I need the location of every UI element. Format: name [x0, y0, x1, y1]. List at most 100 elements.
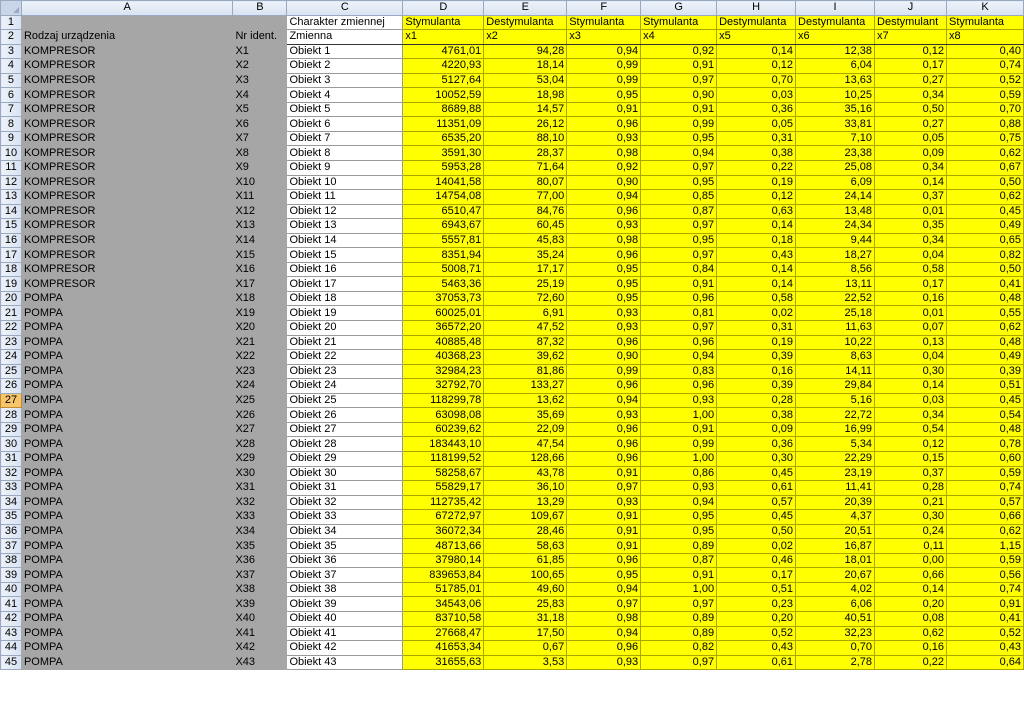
- cell-i17[interactable]: 18,27: [795, 247, 876, 263]
- cell-b27[interactable]: X25: [232, 392, 288, 409]
- row-header-39[interactable]: 39: [0, 567, 22, 583]
- cell-f33[interactable]: 0,97: [566, 480, 642, 496]
- cell-a21[interactable]: POMPA: [20, 305, 234, 322]
- cell-e15[interactable]: 60,45: [483, 218, 568, 234]
- cell-h6[interactable]: 0,03: [716, 87, 797, 103]
- cell-k21[interactable]: 0,55: [945, 305, 1024, 322]
- cell-d40[interactable]: 51785,01: [402, 581, 485, 598]
- cell-f29[interactable]: 0,96: [566, 421, 642, 438]
- cell-b26[interactable]: X24: [232, 378, 288, 394]
- cell-c19[interactable]: Obiekt 17: [286, 276, 404, 292]
- cell-d29[interactable]: 60239,62: [402, 421, 485, 438]
- cell-h24[interactable]: 0,39: [716, 349, 797, 365]
- cell-c7[interactable]: Obiekt 5: [286, 101, 404, 118]
- cell-e34[interactable]: 13,29: [483, 494, 568, 511]
- cell-e42[interactable]: 31,18: [483, 610, 568, 627]
- cell-b44[interactable]: X42: [232, 640, 288, 656]
- cell-d17[interactable]: 8351,94: [402, 247, 485, 263]
- cell-b17[interactable]: X15: [232, 247, 288, 263]
- row-header-32[interactable]: 32: [0, 465, 22, 482]
- cell-j16[interactable]: 0,34: [874, 232, 947, 249]
- cell-e26[interactable]: 133,27: [483, 378, 568, 394]
- cell-d11[interactable]: 5953,28: [402, 160, 485, 176]
- cell-b35[interactable]: X33: [232, 509, 288, 525]
- cell-k3[interactable]: 0,40: [945, 43, 1024, 60]
- cell-k7[interactable]: 0,70: [945, 101, 1024, 118]
- cell-a10[interactable]: KOMPRESOR: [20, 145, 234, 162]
- cell-g24[interactable]: 0,94: [640, 349, 718, 365]
- cell-b43[interactable]: X41: [232, 625, 288, 642]
- column-header-i[interactable]: I: [795, 0, 876, 16]
- cell-g45[interactable]: 0,97: [640, 654, 718, 671]
- cell-d18[interactable]: 5008,71: [402, 261, 485, 278]
- cell-b31[interactable]: X29: [232, 450, 288, 467]
- cell-c28[interactable]: Obiekt 26: [286, 407, 404, 423]
- cell-d38[interactable]: 37980,14: [402, 552, 485, 569]
- cell-i33[interactable]: 11,41: [795, 480, 876, 496]
- cell-h5[interactable]: 0,70: [716, 72, 797, 89]
- cell-f43[interactable]: 0,94: [566, 625, 642, 642]
- cell-e22[interactable]: 47,52: [483, 320, 568, 336]
- cell-j15[interactable]: 0,35: [874, 218, 947, 234]
- cell-h37[interactable]: 0,02: [716, 538, 797, 554]
- cell-h23[interactable]: 0,19: [716, 334, 797, 351]
- cell-e9[interactable]: 88,10: [483, 130, 568, 147]
- cell-g34[interactable]: 0,94: [640, 494, 718, 511]
- cell-i10[interactable]: 23,38: [795, 145, 876, 162]
- cell-f45[interactable]: 0,93: [566, 654, 642, 671]
- cell-e7[interactable]: 14,57: [483, 101, 568, 118]
- cell-i43[interactable]: 32,23: [795, 625, 876, 642]
- cell-i34[interactable]: 20,39: [795, 494, 876, 511]
- cell-c23[interactable]: Obiekt 21: [286, 334, 404, 351]
- cell-a44[interactable]: POMPA: [20, 640, 234, 656]
- cell-g20[interactable]: 0,96: [640, 290, 718, 307]
- cell-c45[interactable]: Obiekt 43: [286, 654, 404, 671]
- cell-d23[interactable]: 40885,48: [402, 334, 485, 351]
- cell-a38[interactable]: POMPA: [20, 552, 234, 569]
- cell-g31[interactable]: 1,00: [640, 450, 718, 467]
- cell-k24[interactable]: 0,49: [945, 349, 1024, 365]
- cell-k23[interactable]: 0,48: [945, 334, 1024, 351]
- cell-g25[interactable]: 0,83: [640, 363, 718, 380]
- cell-j6[interactable]: 0,34: [874, 87, 947, 103]
- cell-i1[interactable]: Destymulanta: [795, 14, 876, 31]
- column-header-e[interactable]: E: [483, 0, 568, 16]
- cell-j25[interactable]: 0,30: [874, 363, 947, 380]
- cell-j33[interactable]: 0,28: [874, 480, 947, 496]
- row-header-28[interactable]: 28: [0, 407, 22, 423]
- cell-g22[interactable]: 0,97: [640, 320, 718, 336]
- cell-a35[interactable]: POMPA: [20, 509, 234, 525]
- cell-i16[interactable]: 9,44: [795, 232, 876, 249]
- cell-e18[interactable]: 17,17: [483, 261, 568, 278]
- row-header-3[interactable]: 3: [0, 43, 22, 60]
- cell-h42[interactable]: 0,20: [716, 610, 797, 627]
- cell-j30[interactable]: 0,12: [874, 436, 947, 452]
- cell-f35[interactable]: 0,91: [566, 509, 642, 525]
- cell-j35[interactable]: 0,30: [874, 509, 947, 525]
- cell-c18[interactable]: Obiekt 16: [286, 261, 404, 278]
- cell-c14[interactable]: Obiekt 12: [286, 203, 404, 220]
- cell-d6[interactable]: 10052,59: [402, 87, 485, 103]
- cell-a5[interactable]: KOMPRESOR: [20, 72, 234, 89]
- cell-k16[interactable]: 0,65: [945, 232, 1024, 249]
- cell-k27[interactable]: 0,45: [945, 392, 1024, 409]
- cell-c26[interactable]: Obiekt 24: [286, 378, 404, 394]
- cell-j44[interactable]: 0,16: [874, 640, 947, 656]
- cell-k14[interactable]: 0,45: [945, 203, 1024, 220]
- row-header-14[interactable]: 14: [0, 203, 22, 220]
- cell-a31[interactable]: POMPA: [20, 450, 234, 467]
- cell-b23[interactable]: X21: [232, 334, 288, 351]
- cell-e24[interactable]: 39,62: [483, 349, 568, 365]
- cell-e39[interactable]: 100,65: [483, 567, 568, 583]
- cell-i42[interactable]: 40,51: [795, 610, 876, 627]
- cell-k38[interactable]: 0,59: [945, 552, 1024, 569]
- cell-h41[interactable]: 0,23: [716, 596, 797, 612]
- cell-k41[interactable]: 0,91: [945, 596, 1024, 612]
- cell-k2[interactable]: x8: [945, 29, 1024, 45]
- cell-f13[interactable]: 0,94: [566, 189, 642, 205]
- cell-f24[interactable]: 0,90: [566, 349, 642, 365]
- cell-f42[interactable]: 0,98: [566, 610, 642, 627]
- cell-i40[interactable]: 4,02: [795, 581, 876, 598]
- cell-e29[interactable]: 22,09: [483, 421, 568, 438]
- cell-f23[interactable]: 0,96: [566, 334, 642, 351]
